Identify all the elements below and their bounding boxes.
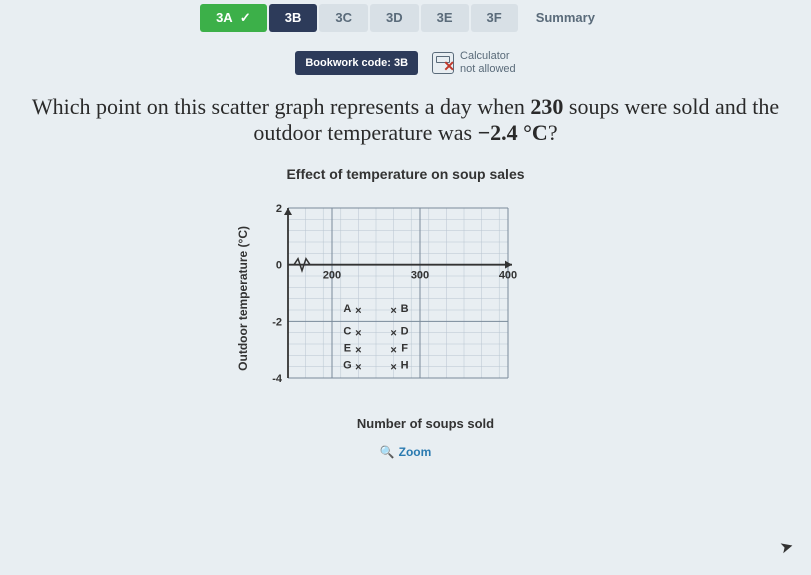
tab-label: 3A	[216, 10, 232, 25]
tab-3e[interactable]: 3E	[421, 4, 469, 32]
tab-3a[interactable]: 3A ✓	[200, 4, 267, 32]
svg-text:300: 300	[410, 270, 428, 282]
svg-text:×: ×	[355, 328, 361, 340]
svg-text:2: 2	[275, 203, 281, 215]
zoom-icon: 🔍	[380, 445, 395, 459]
svg-text:H: H	[400, 360, 408, 372]
question-text: Which point on this scatter graph repres…	[0, 94, 811, 146]
bookwork-badge: Bookwork code: 3B	[295, 51, 418, 75]
cross-icon: ✕	[443, 58, 455, 75]
calculator-icon: ✕	[432, 52, 454, 74]
svg-text:F: F	[401, 343, 408, 355]
tab-summary[interactable]: Summary	[520, 4, 611, 32]
chart-container: Effect of temperature on soup sales Outd…	[236, 166, 576, 431]
svg-text:×: ×	[390, 362, 396, 374]
calculator-status: ✕ Calculator not allowed	[432, 50, 516, 76]
svg-text:200: 200	[322, 270, 340, 282]
tab-3b[interactable]: 3B	[269, 4, 318, 32]
meta-row: Bookwork code: 3B ✕ Calculator not allow…	[0, 50, 811, 76]
svg-text:-4: -4	[272, 373, 283, 385]
svg-text:×: ×	[390, 328, 396, 340]
x-axis-label: Number of soups sold	[276, 416, 576, 431]
y-axis-label: Outdoor temperature (°C)	[236, 226, 250, 371]
svg-text:A: A	[343, 303, 351, 315]
calc-line1: Calculator	[460, 50, 516, 63]
svg-text:B: B	[400, 303, 408, 315]
svg-text:-2: -2	[272, 317, 282, 329]
svg-text:×: ×	[355, 345, 361, 357]
svg-text:×: ×	[390, 345, 396, 357]
calc-line2: not allowed	[460, 63, 516, 76]
tab-3d[interactable]: 3D	[370, 4, 419, 32]
svg-text:C: C	[343, 326, 351, 338]
question-tabs: 3A ✓ 3B 3C 3D 3E 3F Summary	[0, 0, 811, 32]
svg-text:D: D	[400, 326, 408, 338]
svg-text:×: ×	[355, 305, 361, 317]
svg-text:×: ×	[355, 362, 361, 374]
svg-text:G: G	[343, 360, 352, 372]
svg-text:E: E	[343, 343, 350, 355]
scatter-plot[interactable]: 200300400-4-202×A×B×C×D×E×F×G×H	[258, 198, 518, 398]
svg-text:0: 0	[275, 260, 281, 272]
tab-3f[interactable]: 3F	[471, 4, 518, 32]
svg-text:×: ×	[390, 305, 396, 317]
cursor-icon: ➤	[777, 536, 795, 559]
zoom-button[interactable]: 🔍Zoom	[0, 445, 811, 459]
svg-text:400: 400	[498, 270, 516, 282]
chart-title: Effect of temperature on soup sales	[236, 166, 576, 182]
tab-3c[interactable]: 3C	[319, 4, 368, 32]
check-icon: ✓	[240, 10, 251, 25]
